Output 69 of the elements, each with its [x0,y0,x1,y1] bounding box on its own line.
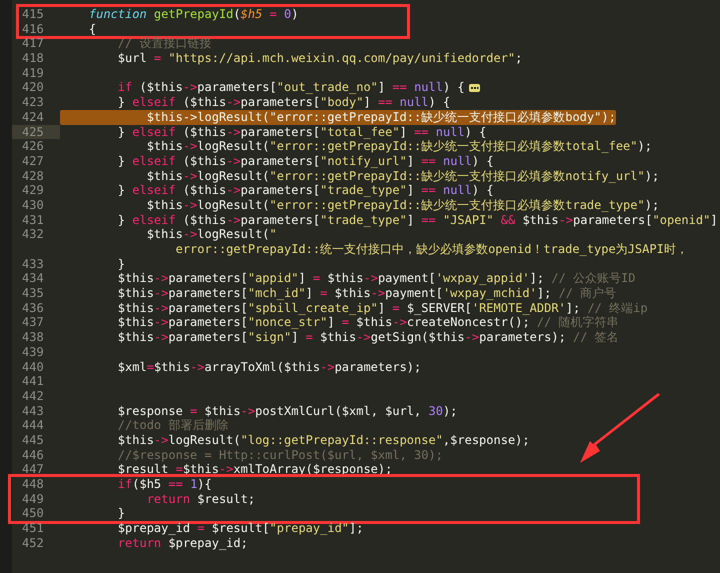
line-number: 438 [21,330,45,345]
line-number: 452 [21,536,45,550]
line-number: 449 [21,492,45,506]
code-line: } [116,506,126,522]
line-number: 417 [21,36,45,52]
line-number: 450 [21,506,45,522]
line-number: 433 [21,256,45,272]
line-number: 423 [21,95,45,110]
line-number: 430 [21,198,45,213]
code-line: //$response = Http::curlPost($url, $xml, 30); [116,448,443,462]
line-number: 443 [21,404,45,418]
line-number: 427 [21,154,45,169]
code-line: $this->parameters["nonce_str"] = $this->createNoncestr(); // 随机字符串 [116,315,619,330]
line-number: 439 [21,344,45,360]
code-line: } elseif ($this->parameters["trade_type"] == null) { [116,183,494,198]
code-line: $this->logResult("error::getPrepayId::缺少统一支付接口必填参数notify_url"); [146,168,660,184]
line-number: 429 [21,183,45,198]
line-number: 436 [21,300,45,316]
code-line: $this->parameters["sign"] = $this->getSign($this->parameters); // 签名 [116,330,619,345]
code-line: } elseif ($this->parameters["body"] == null) { [116,95,450,110]
line-number: 451 [21,521,45,536]
fold-marker-icon[interactable] [468,84,480,92]
code-line: $xml=$this->arrayToXml($this->parameters); [116,360,422,374]
code-line: $url = "https://api.mch.weixin.qq.com/pay/unifiedorder"; [116,51,522,66]
line-number: 440 [21,360,45,374]
line-number: 442 [21,388,45,404]
code-line: } [116,256,126,272]
code-line: $this->logResult(" [146,227,277,242]
code-line: return $result; [146,492,256,506]
line-number: 437 [21,315,45,330]
line-number: 447 [21,462,45,477]
line-number: 445 [21,432,45,448]
line-number: 426 [21,139,45,154]
code-line: //todo 部署后删除 [116,418,228,433]
code-line: if ($this->parameters["out_trade_no"] == null) { [116,80,465,96]
line-number: 416 [21,22,45,36]
code-line: } elseif ($this->parameters["notify_url"] == null) { [116,154,494,169]
line-number: 419 [21,66,45,80]
code-line: $this->logResult("error::getPrepayId::缺少统一支付接口必填参数total_fee"); [146,139,652,154]
line-number: 428 [21,168,45,184]
line-number: 446 [21,448,45,462]
code-line: $response = $this->postXmlCurl($xml, $url, 30); [116,404,458,418]
code-line: return $prepay_id; [116,536,248,550]
line-number: 425 [12,124,60,140]
code-line: $result =$this->xmlToArray($response); [116,462,392,478]
code-line: function getPrepayId($h5 = 0) [88,7,298,22]
line-number: 420 [21,80,45,96]
line-number: 432 [21,227,45,242]
line-number: 441 [21,374,45,389]
code-line: } elseif ($this->parameters["total_fee"] == null) { [116,124,486,140]
line-number: 418 [21,51,45,66]
code-line: $this->logResult("error::getPrepayId::缺少统一支付接口必填参数trade_type"); [146,198,660,213]
code-line: // 设置接口链接 [116,36,212,52]
line-number: 431 [21,212,45,228]
code-line: $this->logResult("log::getPrepayId::response",$response); [116,432,530,448]
line-number: 424 [21,110,45,124]
line-number: 448 [21,477,45,492]
code-line: $prepay_id = $result["prepay_id"]; [116,521,364,536]
line-number: 444 [21,418,45,433]
code-line: { [88,22,96,36]
code-line: error::getPrepayId::统一支付接口中，缺少必填参数openid！trade_type为JSAPI时， [174,242,688,257]
line-number: 434 [21,271,45,286]
code-line: $this->parameters["appid"] = $this->payment['wxpay_appid']; // 公众账号ID [116,271,636,286]
code-line: } elseif ($this->parameters["trade_type"] == "JSAPI" && $this->parameters["openid"] [116,212,718,228]
line-number: 435 [21,286,45,301]
code-line: $this->parameters["mch_id"] = $this->payment['wxpay_mchid']; // 商户号 [116,286,616,301]
line-number: 415 [21,7,45,22]
code-line: if($h5 == 1){ [116,477,212,492]
code-line: $this->parameters["spbill_create_ip"] = $_SERVER['REMOTE_ADDR']; // 终端ip [116,300,648,316]
